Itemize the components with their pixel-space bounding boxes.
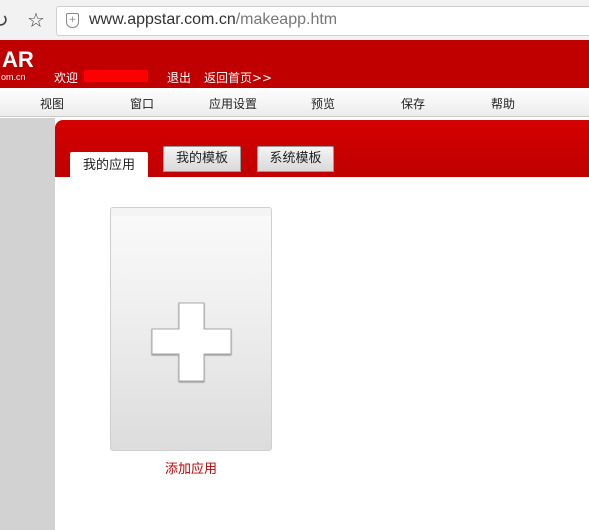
left-sidebar (0, 118, 55, 530)
tab-my-templates[interactable]: 我的模板 (163, 146, 241, 172)
url-text: www.appstar.com.cn/makeapp.htm (89, 11, 337, 29)
url-path: /makeapp.htm (235, 11, 338, 28)
site-info-icon[interactable]: + (66, 13, 79, 28)
url-host: www.appstar.com.cn (89, 11, 236, 28)
add-app-label[interactable]: 添加应用 (110, 458, 272, 477)
menu-window[interactable]: 窗口 (130, 95, 154, 112)
logo[interactable]: AR (2, 49, 34, 71)
logout-link[interactable]: 退出 (167, 69, 191, 86)
username-redacted (84, 70, 148, 82)
reload-icon[interactable]: ↻ (0, 9, 14, 31)
add-app-card[interactable] (110, 207, 272, 451)
tab-system-templates[interactable]: 系统模板 (257, 146, 334, 172)
plus-icon (151, 302, 232, 382)
menu-view[interactable]: 视图 (40, 95, 64, 112)
tab-my-apps[interactable]: 我的应用 (70, 152, 148, 178)
bookmark-star-icon[interactable]: ☆ (25, 9, 47, 31)
logo-subtext: om.cn (1, 72, 26, 82)
welcome-text: 欢迎 (54, 71, 79, 85)
menu-bar: 视图 窗口 应用设置 预览 保存 帮助 (0, 88, 589, 117)
menu-save[interactable]: 保存 (401, 95, 425, 112)
menu-preview[interactable]: 预览 (311, 95, 335, 112)
menu-help[interactable]: 帮助 (491, 95, 515, 112)
menu-app-settings[interactable]: 应用设置 (209, 95, 257, 112)
browser-address-bar: ↻ ☆ + www.appstar.com.cn/makeapp.htm (0, 0, 589, 41)
app-header: AR om.cn 欢迎 退出 返回首页>> (0, 40, 589, 88)
url-field[interactable]: + www.appstar.com.cn/makeapp.htm (56, 6, 589, 36)
home-link[interactable]: 返回首页>> (204, 69, 272, 86)
